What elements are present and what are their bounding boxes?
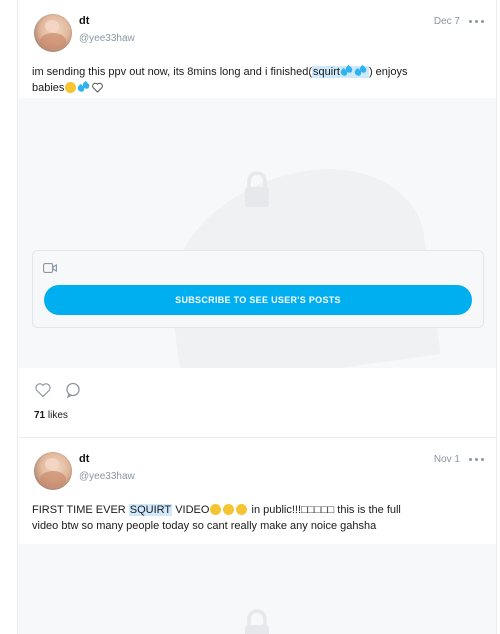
keyword-text: squirt bbox=[313, 66, 340, 78]
post-text-part: FIRST TIME EVER bbox=[32, 504, 129, 516]
lock-icon bbox=[245, 171, 269, 207]
post-text-part: ) enjoys bbox=[368, 66, 408, 78]
post-text-part: in public!!!□□□□□ this is the full bbox=[248, 504, 401, 516]
author-handle[interactable]: @yee33haw bbox=[79, 471, 135, 482]
droplets-emoji-icon bbox=[78, 82, 90, 93]
locked-media: SUBSCRIBE TO SEE USER'S POSTS bbox=[18, 98, 496, 368]
post-date[interactable]: Nov 1 bbox=[434, 454, 460, 465]
post-text: im sending this ppv out now, its 8mins l… bbox=[32, 64, 484, 96]
post-card: dt @yee33haw Dec 7 im sending this ppv o… bbox=[18, 0, 496, 437]
post-text-part: VIDEO bbox=[172, 504, 210, 516]
author-name[interactable]: dt bbox=[79, 453, 89, 465]
locked-media bbox=[18, 544, 496, 634]
likes-number: 71 bbox=[34, 410, 46, 421]
more-options-icon[interactable] bbox=[468, 452, 486, 466]
heart-icon[interactable] bbox=[34, 382, 52, 398]
subscribe-button[interactable]: SUBSCRIBE TO SEE USER'S POSTS bbox=[44, 285, 472, 315]
highlighted-keyword: squirt bbox=[312, 66, 369, 78]
more-options-icon[interactable] bbox=[468, 14, 486, 28]
crying-face-emoji-icon bbox=[223, 504, 235, 515]
video-camera-icon bbox=[43, 263, 57, 273]
likes-count[interactable]: 71 likes bbox=[34, 410, 68, 421]
white-heart-emoji-icon bbox=[92, 82, 104, 93]
comment-icon[interactable] bbox=[65, 382, 81, 398]
post-card: dt @yee33haw Nov 1 FIRST TIME EVER SQUIR… bbox=[18, 438, 496, 634]
feed: dt @yee33haw Dec 7 im sending this ppv o… bbox=[17, 0, 497, 634]
crying-face-emoji-icon bbox=[210, 504, 222, 515]
avatar[interactable] bbox=[34, 452, 72, 490]
author-name[interactable]: dt bbox=[79, 15, 89, 27]
post-text-part: im sending this ppv out now, its 8mins l… bbox=[32, 66, 313, 78]
avatar[interactable] bbox=[34, 14, 72, 52]
highlighted-keyword: SQUIRT bbox=[128, 504, 173, 516]
post-text-part: babies bbox=[32, 82, 65, 94]
droplets-emoji-icon bbox=[341, 66, 353, 77]
post-header: dt @yee33haw Dec 7 bbox=[34, 14, 486, 54]
post-actions bbox=[34, 381, 134, 401]
post-header: dt @yee33haw Nov 1 bbox=[34, 452, 486, 492]
crying-face-emoji-icon bbox=[236, 504, 248, 515]
smiling-face-emoji-icon bbox=[65, 82, 77, 93]
post-text: FIRST TIME EVER SQUIRT VIDEO in public!!… bbox=[32, 502, 484, 534]
author-handle[interactable]: @yee33haw bbox=[79, 33, 135, 44]
lock-icon bbox=[245, 609, 269, 634]
post-text-part: video btw so many people today so cant r… bbox=[32, 520, 377, 532]
likes-label: likes bbox=[47, 410, 68, 421]
post-date[interactable]: Dec 7 bbox=[434, 16, 460, 27]
locked-content-panel: SUBSCRIBE TO SEE USER'S POSTS bbox=[32, 250, 484, 328]
droplets-emoji-icon bbox=[355, 66, 367, 77]
